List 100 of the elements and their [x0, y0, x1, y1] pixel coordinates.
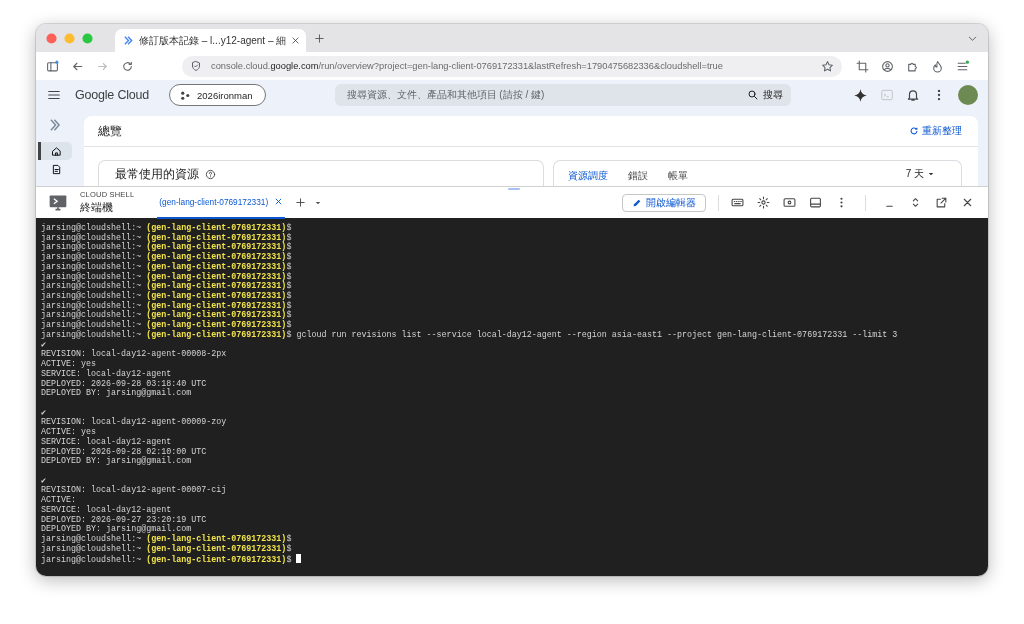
prompt-user: jarsing@cloudshell:~ [41, 310, 142, 321]
refresh-button[interactable]: 重新整理 [903, 123, 968, 139]
prompt-symbol: $ [286, 329, 292, 340]
output-line: REVISION: local-day12-agent-00009-zoy [41, 417, 227, 428]
avatar[interactable] [958, 85, 978, 105]
prompt-project: (gen-lang-client-0769172331) [146, 271, 287, 282]
address-bar[interactable]: console.cloud.google.com/run/overview?project=gen-lang-client-0769172331&lastRefresh=1790475682336&cloudshell=true [182, 55, 842, 77]
output-line: REVISION: local-day12-agent-00007-cij [41, 485, 227, 496]
prompt-symbol: $ [286, 261, 292, 272]
output-line: DEPLOYED: 2026-09-28 03:18:40 UTC [41, 378, 207, 389]
prompt-project: (gen-lang-client-0769172331) [146, 242, 287, 253]
prompt-project: (gen-lang-client-0769172331) [146, 223, 287, 233]
search-field[interactable]: 搜尋資源、文件、產品和其他項目 (請按 / 鍵) 搜尋 [334, 84, 791, 106]
open-editor-button[interactable]: 開啟編輯器 [622, 193, 706, 212]
site-info-icon[interactable] [190, 60, 202, 72]
output-line: DEPLOYED: 2026-09-28 02:10:00 UTC [41, 446, 207, 457]
bell-icon[interactable] [906, 88, 920, 102]
prompt-symbol: $ [286, 223, 292, 233]
prompt-symbol: $ [286, 271, 292, 282]
close-icon[interactable] [961, 196, 974, 209]
prompt-symbol: $ [286, 543, 292, 554]
prompt-project: (gen-lang-client-0769172331) [146, 534, 287, 544]
help-icon[interactable] [205, 169, 216, 180]
close-icon[interactable] [291, 36, 301, 45]
prompt-user: jarsing@cloudshell:~ [41, 281, 142, 292]
output-line: ACTIVE: [41, 495, 77, 506]
open-new-icon[interactable] [935, 196, 948, 209]
plus-icon[interactable] [295, 197, 307, 208]
close-icon[interactable] [274, 197, 284, 206]
profile-icon[interactable] [881, 59, 894, 73]
output-line: ✔ [41, 475, 47, 486]
product-logo[interactable]: Google Cloud [75, 88, 150, 102]
output-line: REVISION: local-day12-agent-00008-2px [41, 349, 227, 360]
prompt-user: jarsing@cloudshell:~ [41, 320, 142, 331]
prompt-symbol: $ [286, 252, 292, 263]
search-icon [746, 89, 759, 101]
caret-icon [927, 170, 935, 178]
prompt-user: jarsing@cloudshell:~ [41, 555, 142, 566]
menu-icon[interactable] [47, 88, 61, 102]
reload-icon[interactable] [121, 59, 134, 73]
prompt-symbol: $ [286, 320, 292, 331]
prompt-user: jarsing@cloudshell:~ [41, 534, 142, 544]
prompt-user: jarsing@cloudshell:~ [41, 252, 142, 263]
prompt-symbol: $ [286, 310, 292, 321]
prompt-symbol: $ [286, 555, 292, 566]
browser-tab[interactable]: 修訂版本記錄 – l...y12-agent – 細 [115, 29, 307, 52]
project-picker[interactable]: 2026ironman [169, 84, 266, 106]
home-icon [51, 145, 62, 157]
plus-icon[interactable] [314, 32, 326, 44]
settings-icon[interactable] [757, 196, 770, 209]
prompt-project: (gen-lang-client-0769172331) [146, 261, 287, 272]
card-title: 最常使用的資源 [115, 167, 199, 181]
nav-home-button[interactable] [38, 142, 72, 160]
prompt-user: jarsing@cloudshell:~ [41, 261, 142, 272]
output-line: ACTIVE: yes [41, 359, 97, 370]
spark-icon[interactable] [853, 87, 868, 103]
prompt-project: (gen-lang-client-0769172331) [146, 291, 287, 302]
command-text: gcloud run revisions list --service local-day12-agent --region asia-east1 --project gen-lang-client-0769172331 --limit 3 [296, 329, 898, 340]
prompt-project: (gen-lang-client-0769172331) [146, 281, 287, 292]
prompt-symbol: $ [286, 242, 292, 253]
card-tab[interactable]: 帳單 [668, 170, 688, 182]
output-line: ✔ [41, 407, 47, 418]
prompt-symbol: $ [286, 232, 292, 243]
layout-icon[interactable] [809, 196, 822, 209]
prompt-project: (gen-lang-client-0769172331) [146, 300, 287, 311]
output-line: SERVICE: local-day12-agent [41, 504, 172, 515]
range-dropdown[interactable]: 7 天 [905, 167, 935, 181]
output-line: DEPLOYED: 2026-09-27 23:20:19 UTC [41, 514, 207, 525]
prompt-user: jarsing@cloudshell:~ [41, 242, 142, 253]
output-line: ✔ [41, 339, 47, 350]
menu-icon[interactable] [956, 59, 969, 73]
preview-icon[interactable] [783, 196, 796, 209]
prompt-user: jarsing@cloudshell:~ [41, 291, 142, 302]
prompt-project: (gen-lang-client-0769172331) [146, 320, 287, 331]
keyboard-icon[interactable] [731, 196, 744, 209]
prompt-symbol: $ [286, 281, 292, 292]
panel-title: 終端機 [80, 201, 114, 215]
output-line: DEPLOYED BY: jarsing@gmail.com [41, 456, 192, 467]
prompt-user: jarsing@cloudshell:~ [41, 271, 142, 282]
run-logo-icon[interactable] [48, 118, 62, 132]
prompt-project: (gen-lang-client-0769172331) [146, 232, 287, 243]
flame-icon[interactable] [931, 59, 944, 73]
document-icon [51, 163, 62, 175]
search-button[interactable]: 搜尋 [746, 88, 783, 102]
output-line: ACTIVE: yes [41, 427, 97, 438]
chevron-icon [123, 35, 134, 46]
output-line: DEPLOYED BY: jarsing@gmail.com [41, 524, 192, 535]
prompt-project: (gen-lang-client-0769172331) [146, 252, 287, 263]
prompt-project: (gen-lang-client-0769172331) [146, 555, 287, 566]
prompt-symbol: $ [286, 291, 292, 302]
card-tab[interactable]: 錯誤 [628, 170, 648, 182]
star-icon[interactable] [821, 59, 834, 73]
card-tab[interactable]: 資源調度 [568, 170, 608, 182]
prompt-user: jarsing@cloudshell:~ [41, 223, 142, 233]
crop-icon[interactable] [856, 59, 869, 73]
prompt-project: (gen-lang-client-0769172331) [146, 310, 287, 321]
output-line: DEPLOYED BY: jarsing@gmail.com [41, 388, 192, 399]
refresh-icon [909, 126, 919, 136]
sidebar-icon[interactable] [46, 59, 59, 73]
output-line: SERVICE: local-day12-agent [41, 436, 172, 447]
